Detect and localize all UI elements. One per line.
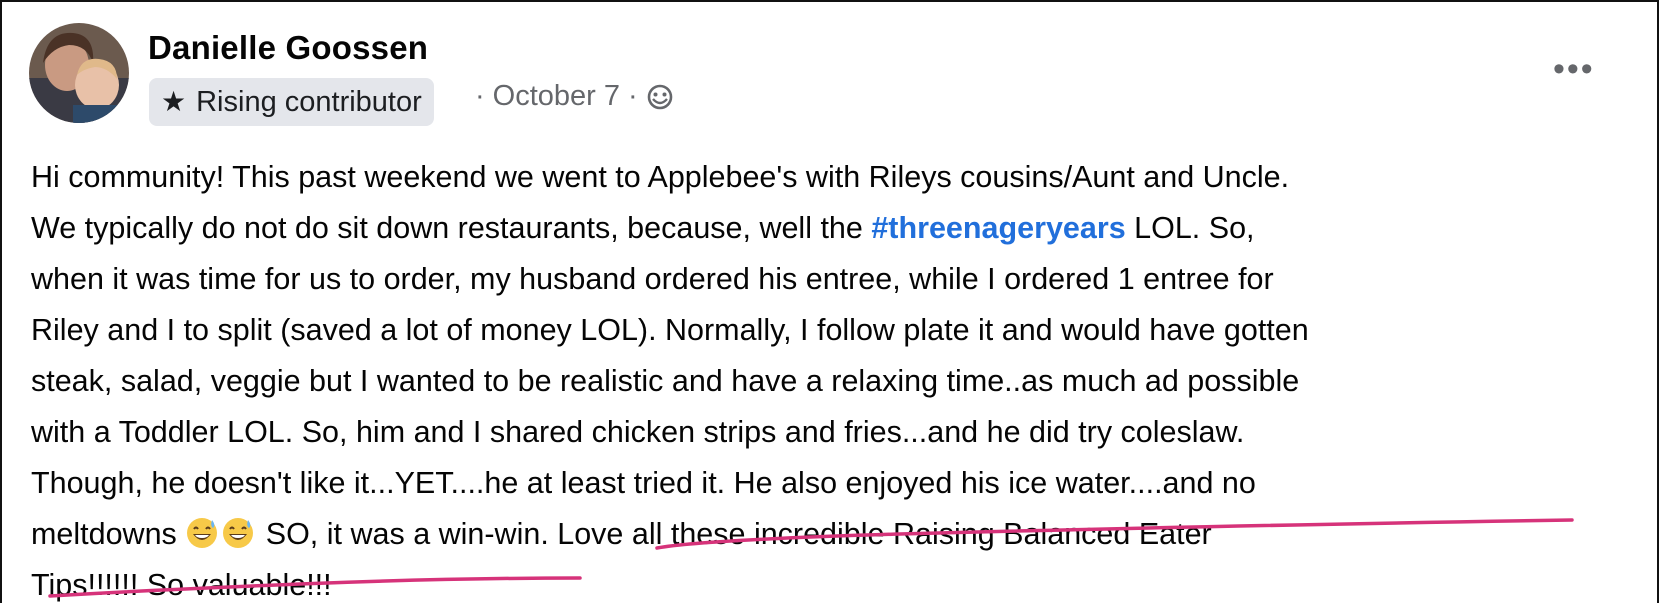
post-line: with a Toddler LOL. So, him and I shared… — [31, 415, 1245, 449]
post-line: when it was time for us to order, my hus… — [31, 262, 1274, 296]
group-audience-icon — [647, 84, 672, 109]
hashtag-link[interactable]: #threenageryears — [871, 211, 1125, 245]
post-line: Though, he doesn't like it...YET....he a… — [31, 466, 1256, 500]
post-body: Hi community! This past weekend we went … — [31, 152, 1641, 611]
separator: · — [475, 80, 485, 112]
profile-photo — [29, 23, 129, 123]
separator: · — [628, 80, 638, 112]
more-options-button[interactable]: ••• — [1553, 52, 1595, 86]
post-date[interactable]: October 7 — [493, 80, 620, 113]
post-line: meltdowns SO, it was a win-win. Love all… — [31, 517, 1212, 551]
post-line: steak, salad, veggie but I wanted to be … — [31, 364, 1300, 398]
avatar[interactable] — [29, 23, 129, 123]
star-icon: ★ — [161, 86, 187, 117]
post-meta: · October 7 · — [475, 80, 674, 113]
post-line: Hi community! This past weekend we went … — [31, 160, 1290, 194]
post-line: Tips!!!!!! So valuable!!! — [31, 568, 332, 602]
author-name[interactable]: Danielle Goossen — [148, 29, 428, 67]
grinning-sweat-emoji — [187, 518, 218, 548]
badge-label: Rising contributor — [196, 85, 422, 118]
post-line: We typically do not do sit down restaura… — [31, 211, 1255, 245]
grinning-sweat-emoji — [223, 518, 254, 548]
post-line: Riley and I to split (saved a lot of mon… — [31, 313, 1309, 347]
contributor-badge[interactable]: ★ Rising contributor — [149, 78, 434, 126]
